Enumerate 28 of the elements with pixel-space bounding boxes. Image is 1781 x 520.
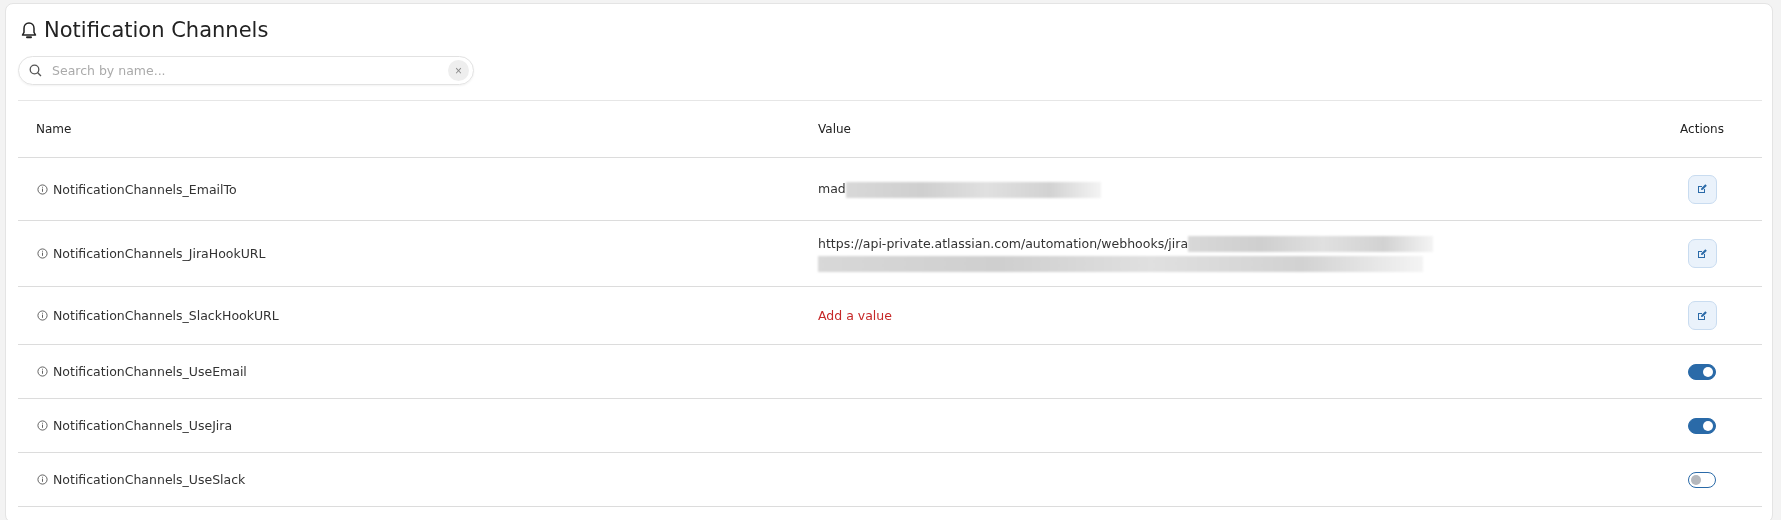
edit-button[interactable] — [1687, 239, 1717, 268]
toggle-switch[interactable] — [1688, 417, 1716, 434]
setting-name: NotificationChannels_UseEmail — [53, 364, 247, 379]
info-icon — [37, 420, 48, 431]
info-icon — [37, 183, 48, 195]
bell-icon — [20, 20, 38, 40]
toggle-switch[interactable] — [1688, 363, 1716, 380]
setting-name: NotificationChannels_JiraHookURL — [53, 246, 266, 261]
value-text: https://api-private.atlassian.com/automation/webhooks/jira — [818, 235, 1189, 251]
info-icon — [37, 310, 48, 321]
info-icon — [37, 366, 48, 377]
column-header: Name — [35, 122, 73, 136]
edit-button[interactable] — [1687, 301, 1717, 330]
page-title: Notification Channels — [44, 18, 269, 42]
toggle-switch[interactable] — [1688, 471, 1716, 488]
clear-button[interactable]: × — [448, 60, 469, 81]
info-icon — [37, 474, 48, 485]
info-icon — [37, 248, 48, 259]
value-text: mad — [818, 181, 846, 196]
setting-name: NotificationChannels_UseJira — [53, 418, 233, 433]
edit-button[interactable] — [1687, 174, 1717, 204]
column-header: Actions — [1679, 122, 1725, 136]
setting-name: NotificationChannels_UseSlack — [53, 472, 246, 487]
setting-name: NotificationChannels_EmailTo — [53, 181, 237, 197]
setting-name: NotificationChannels_SlackHookURL — [53, 308, 279, 323]
add-value-link[interactable]: Add a value — [818, 307, 892, 323]
search-icon — [29, 64, 42, 77]
column-header: Value — [818, 122, 852, 136]
